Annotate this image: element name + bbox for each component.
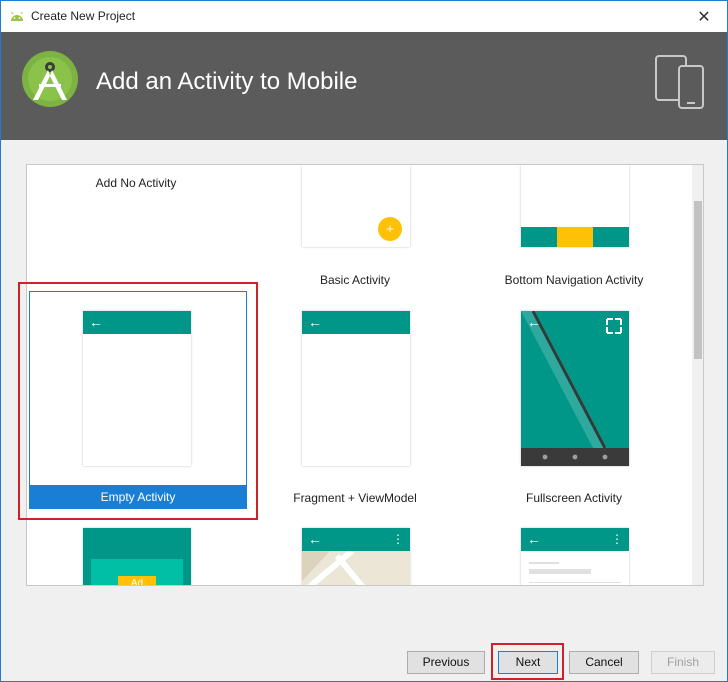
- basic-activity-thumbnail[interactable]: +: [302, 165, 410, 247]
- template-label-add-no-activity[interactable]: Add No Activity: [27, 176, 245, 190]
- fab-plus-icon: +: [378, 217, 402, 241]
- template-label-bottom-navigation-activity[interactable]: Bottom Navigation Activity: [465, 273, 683, 287]
- fullscreen-diagonal-graphic: [521, 311, 629, 466]
- scrollbar-thumb[interactable]: [694, 201, 702, 359]
- window-title: Create New Project: [31, 9, 136, 23]
- template-label-fullscreen-activity[interactable]: Fullscreen Activity: [465, 491, 683, 505]
- page-title: Add an Activity to Mobile: [96, 68, 358, 95]
- mobile-devices-icon: [655, 55, 704, 109]
- fragment-viewmodel-thumbnail[interactable]: ←: [302, 311, 410, 466]
- android-studio-logo-icon: [22, 51, 78, 107]
- placeholder-line: [529, 582, 621, 583]
- gallery-scrollbar[interactable]: [692, 165, 703, 585]
- title-bar: Create New Project ✕: [1, 1, 727, 32]
- empty-activity-highlight: [18, 282, 258, 520]
- back-arrow-icon: ←: [308, 314, 322, 330]
- overflow-menu-icon: ⋮: [392, 532, 404, 546]
- fullscreen-activity-thumbnail[interactable]: ←: [521, 311, 629, 466]
- finish-button[interactable]: Finish: [651, 651, 715, 674]
- template-label-fragment-viewmodel[interactable]: Fragment + ViewModel: [246, 491, 464, 505]
- back-arrow-icon: ←: [527, 531, 541, 547]
- next-button[interactable]: Next: [498, 651, 558, 674]
- create-project-window: Create New Project ✕ Add an Activity to …: [0, 0, 728, 682]
- previous-button[interactable]: Previous: [407, 651, 485, 674]
- app-bar: ← ⋮: [521, 528, 629, 551]
- bottom-navigation-thumbnail[interactable]: [521, 165, 629, 247]
- admob-activity-thumbnail[interactable]: Ad: [83, 528, 191, 585]
- app-bar: ←: [302, 311, 410, 334]
- template-label-basic-activity[interactable]: Basic Activity: [246, 273, 464, 287]
- placeholder-line: [529, 562, 559, 564]
- ad-badge: Ad: [118, 576, 156, 585]
- wizard-header: Add an Activity to Mobile: [1, 32, 727, 140]
- map-roads-graphic: [302, 551, 366, 585]
- android-icon: [11, 11, 23, 21]
- back-arrow-icon: ←: [308, 531, 322, 547]
- overflow-menu-icon: ⋮: [611, 532, 623, 546]
- back-arrow-icon: ←: [527, 314, 541, 330]
- google-maps-activity-thumbnail[interactable]: ← ⋮: [302, 528, 410, 585]
- login-activity-thumbnail[interactable]: ← ⋮: [521, 528, 629, 585]
- close-button[interactable]: ✕: [681, 1, 727, 32]
- cancel-button[interactable]: Cancel: [569, 651, 639, 674]
- bottom-nav-selected-tab: [557, 227, 593, 247]
- placeholder-line: [529, 569, 591, 574]
- app-bar: ← ⋮: [302, 528, 410, 551]
- close-icon: ✕: [697, 8, 711, 26]
